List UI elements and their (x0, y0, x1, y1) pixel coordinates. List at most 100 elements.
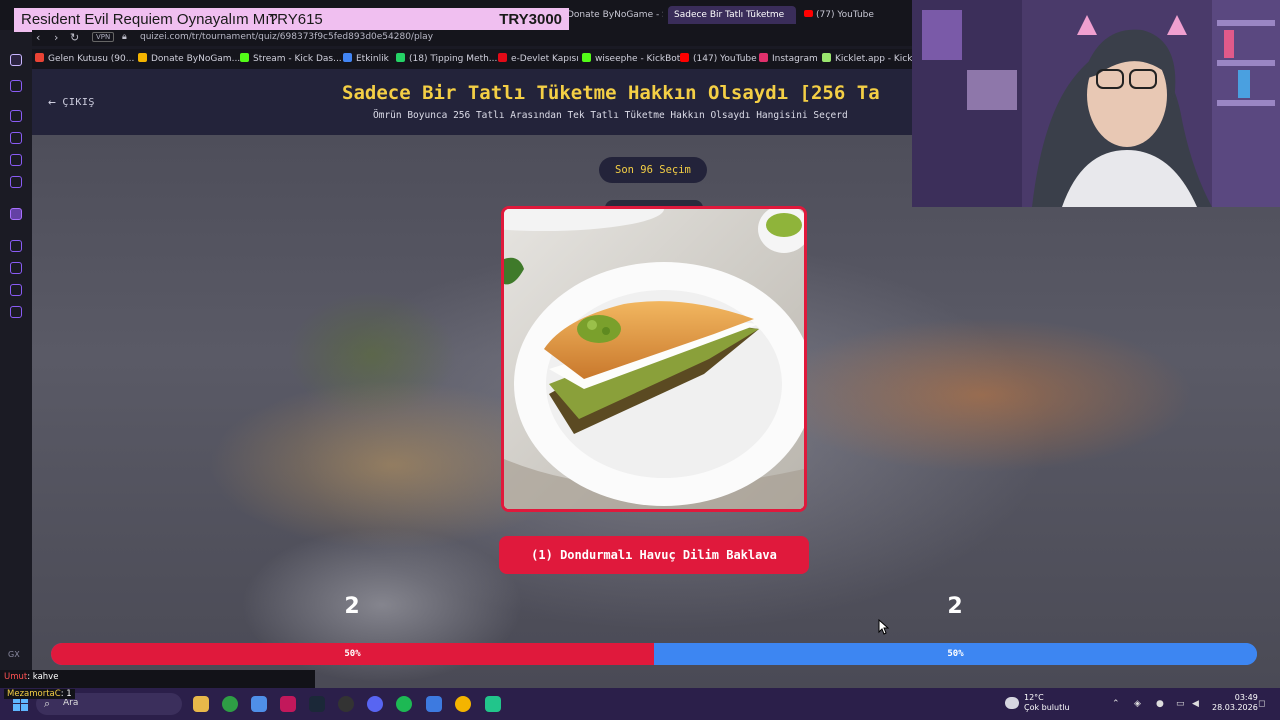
kicklet-icon (822, 53, 831, 62)
right-percent-label: 50% (947, 649, 964, 659)
quiz-subtitle: Ömrün Boyunca 256 Tatlı Arasından Tek Ta… (373, 110, 848, 121)
weather-desc: Çok bulutlu (1024, 703, 1070, 712)
donation-goal-banner: Resident Evil Requiem Oynayalım Mı? TRY6… (14, 8, 569, 32)
opera-gx-icon[interactable] (280, 696, 296, 712)
bookmarks-bar: Gelen Kutusu (90... Donate ByNoGam... St… (32, 49, 921, 69)
twitch-icon[interactable] (10, 208, 22, 220)
gmail-icon (35, 53, 44, 62)
tab-youtube[interactable]: (77) YouTube (800, 6, 890, 24)
display-icon[interactable]: ▭ (1176, 699, 1185, 709)
windows-taskbar: ⌕ Ara 12°C Çok bulutlu ⌃ ◈ ● ▭ ◀ 03:49 2… (0, 688, 1280, 720)
etkinlik-icon (343, 53, 352, 62)
cube-icon[interactable] (10, 284, 22, 296)
clock-icon[interactable] (10, 262, 22, 274)
chat-overlay: Umut: kahve (0, 670, 315, 688)
file-explorer-icon[interactable] (193, 696, 209, 712)
forward-icon[interactable]: › (54, 31, 58, 44)
left-vote-fill: 50% (51, 643, 654, 665)
clock[interactable]: 03:49 28.03.2026 (1212, 693, 1258, 713)
obs-icon[interactable] (338, 696, 354, 712)
chat-text: : 1 (60, 689, 72, 699)
goal-current: TRY615 (268, 11, 323, 28)
exit-button[interactable]: ← ÇIKIŞ (48, 95, 95, 110)
tab-quiz-label: Sadece Bir Tatlı Tüketme (674, 10, 785, 20)
bookmark-label: Instagram (772, 54, 818, 64)
tab-youtube-label: (77) YouTube (816, 10, 874, 20)
bag-icon[interactable] (10, 132, 22, 144)
search-placeholder: Ara (63, 698, 79, 708)
messenger-icon[interactable] (10, 80, 22, 92)
bynogame-icon (138, 53, 147, 62)
network-icon[interactable]: ◈ (1134, 699, 1141, 709)
bookmark-edevlet[interactable]: e-Devlet Kapısı (498, 53, 579, 64)
steam-icon[interactable] (309, 696, 325, 712)
bookmark-label: (18) Tipping Meth... (409, 54, 498, 64)
weather-widget[interactable]: 12°C Çok bulutlu (1024, 693, 1070, 713)
back-icon[interactable]: ‹ (36, 31, 40, 44)
chat-message: Umut: kahve (4, 672, 58, 682)
address-bar: ‹ › ↻ VPN 🔒︎ quizei.com/tr/tournament/qu… (32, 30, 912, 46)
chrome-icon[interactable] (455, 696, 471, 712)
vote-progress-bar: 50% 50% (51, 643, 1257, 665)
bookmark-etkinlik[interactable]: Etkinlik (343, 53, 389, 64)
microphone-icon[interactable]: ● (1156, 699, 1164, 709)
whatsapp-icon (396, 53, 405, 62)
speaker-icon[interactable]: ◀ (1192, 699, 1199, 709)
screen: GX Donate ByNoGame - Str Sadece Bir Tatl… (0, 0, 1280, 720)
kickbot-icon (582, 53, 591, 62)
goal-target: TRY3000 (499, 11, 562, 28)
discord-icon[interactable] (367, 696, 383, 712)
bookmark-gmail[interactable]: Gelen Kutusu (90... (35, 53, 134, 64)
bookmark-kicklet[interactable]: Kicklet.app - Kick... (822, 53, 921, 64)
home-icon[interactable] (10, 54, 22, 66)
youtube-icon (680, 53, 689, 62)
date: 28.03.2026 (1212, 703, 1258, 712)
bookmark-label: (147) YouTube (693, 54, 757, 64)
bookmark-kick-dashboard[interactable]: Stream - Kick Das... (240, 53, 342, 64)
bookmark-label: Stream - Kick Das... (253, 54, 342, 64)
music-icon[interactable] (10, 176, 22, 188)
reload-icon[interactable]: ↻ (70, 31, 79, 44)
left-vote-count: 2 (344, 594, 360, 619)
bookmark-tipping[interactable]: (18) Tipping Meth... (396, 53, 497, 64)
xbox-icon[interactable] (222, 696, 238, 712)
url-field[interactable]: quizei.com/tr/tournament/quiz/698373f9c5… (140, 32, 433, 42)
mouse-cursor-icon (878, 619, 890, 635)
chat-text: : kahve (27, 672, 59, 682)
tab-quiz[interactable]: Sadece Bir Tatlı Tüketme (668, 6, 796, 24)
kick-icon (240, 53, 249, 62)
copilot-icon[interactable] (251, 696, 267, 712)
bookmark-label: e-Devlet Kapısı (511, 54, 579, 64)
spotify-icon[interactable] (396, 696, 412, 712)
gx-label: GX (8, 650, 20, 659)
webcam-feed (912, 0, 1280, 207)
cloud-icon (1005, 697, 1019, 709)
choice-image-card[interactable] (501, 206, 807, 512)
app-icon[interactable] (426, 696, 442, 712)
chat-username: MezamortaC (7, 689, 61, 699)
bookmark-label: Etkinlik (356, 54, 389, 64)
tab-donate[interactable]: Donate ByNoGame - Str (563, 6, 663, 24)
history-icon[interactable] (10, 110, 22, 122)
instagram-icon (759, 53, 768, 62)
choice-button[interactable]: (1) Dondurmalı Havuç Dilim Baklava (499, 536, 809, 574)
right-vote-count: 2 (947, 594, 963, 619)
chat-icon[interactable] (10, 154, 22, 166)
chevron-up-icon[interactable]: ⌃ (1112, 699, 1120, 709)
bookmark-label: wiseephe - KickBot (595, 54, 681, 64)
settings-icon[interactable] (10, 306, 22, 318)
bookmark-bynogame[interactable]: Donate ByNoGam... (138, 53, 240, 64)
chat-message: MezamortaC: 1 (4, 689, 75, 699)
quiz-title: Sadece Bir Tatlı Tüketme Hakkın Olsaydı … (342, 82, 880, 104)
search-icon: ⌕ (44, 697, 51, 710)
bookmark-instagram[interactable]: Instagram (759, 53, 818, 64)
play-icon[interactable] (10, 240, 22, 252)
notification-icon[interactable]: ◻ (1258, 699, 1265, 709)
browser-sidebar: GX (0, 0, 32, 688)
bookmark-label: Kicklet.app - Kick... (835, 54, 922, 64)
app-icon[interactable] (485, 696, 501, 712)
bookmark-youtube[interactable]: (147) YouTube (680, 53, 757, 64)
vpn-badge[interactable]: VPN (92, 32, 115, 42)
bookmark-kickbot[interactable]: wiseephe - KickBot (582, 53, 680, 64)
weather-temp: 12°C (1024, 693, 1044, 702)
